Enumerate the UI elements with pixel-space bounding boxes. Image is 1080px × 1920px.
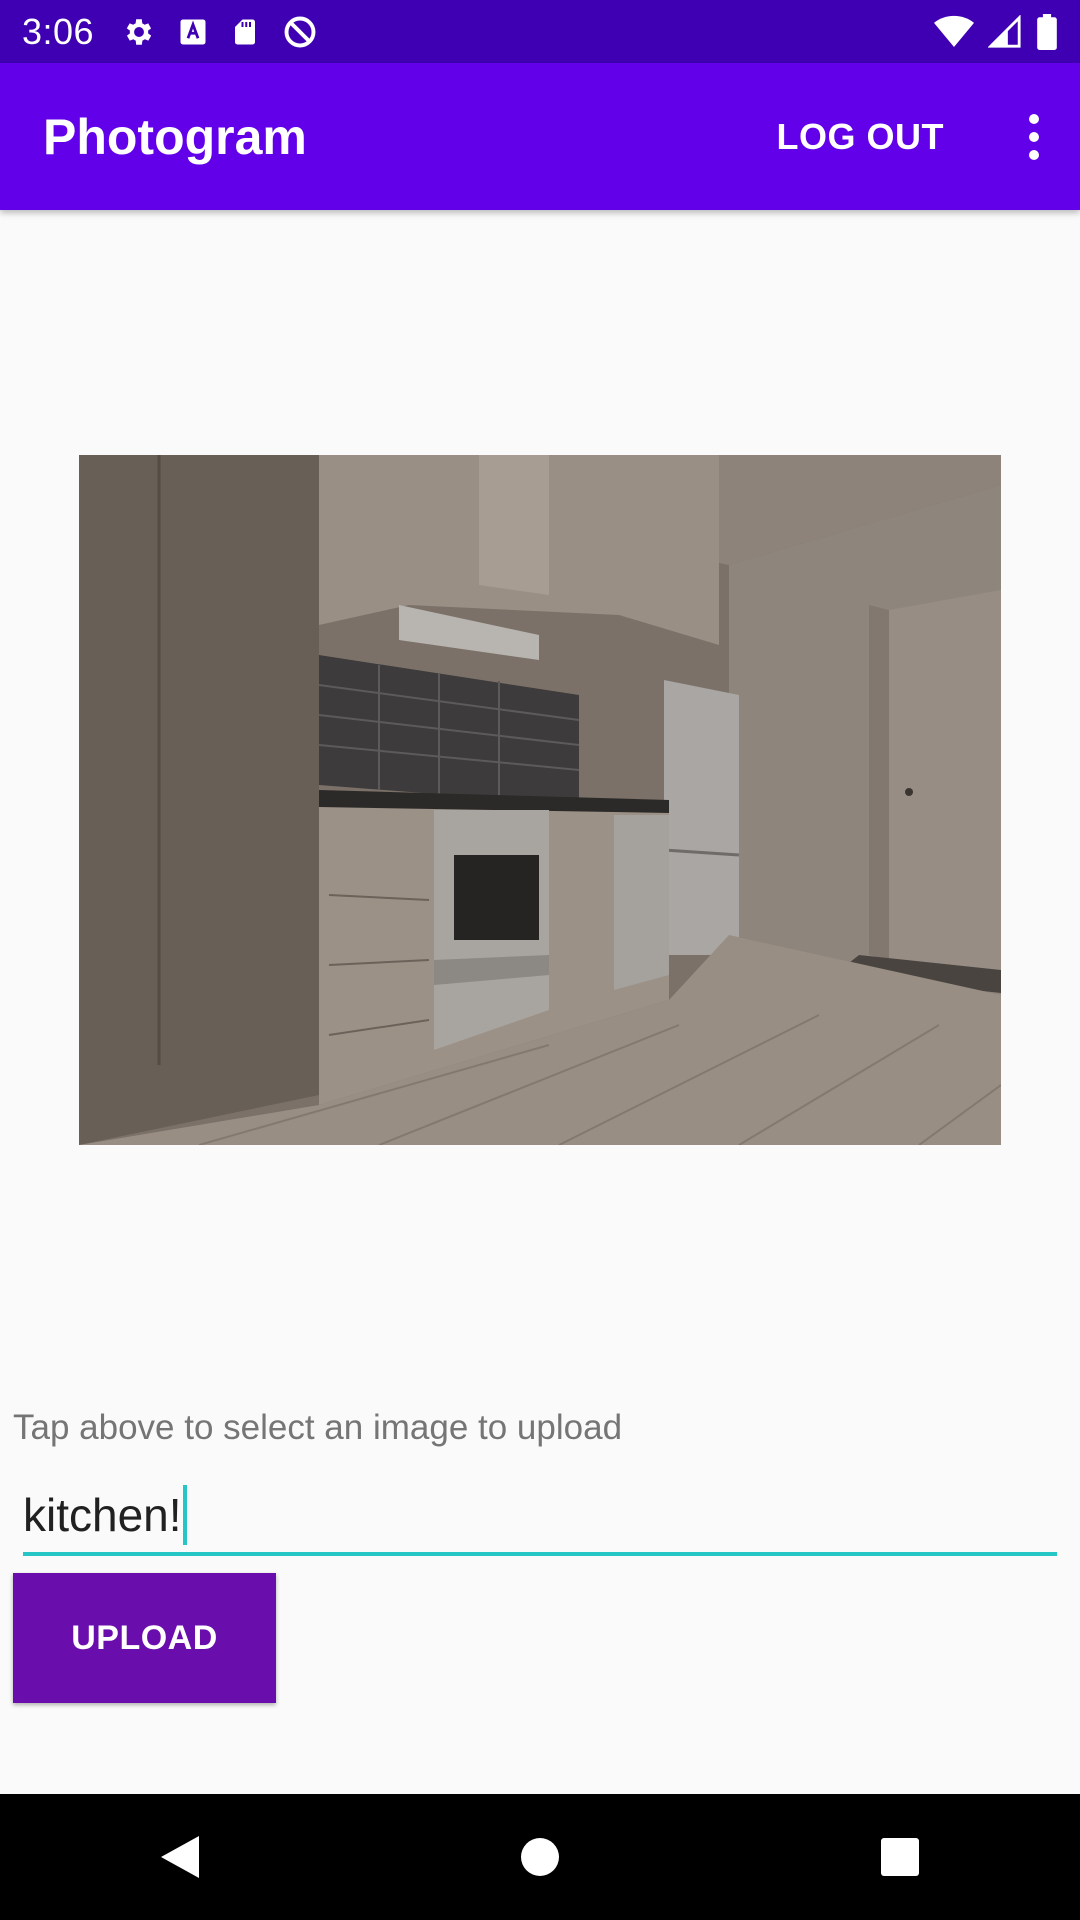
battery-icon xyxy=(1036,13,1058,50)
cell-signal-icon xyxy=(988,14,1022,49)
gear-icon xyxy=(122,15,156,49)
text-a-icon xyxy=(178,17,208,47)
status-bar: 3:06 xyxy=(0,0,1080,63)
app-title: Photogram xyxy=(43,108,307,165)
upload-hint: Tap above to select an image to upload xyxy=(13,1408,623,1447)
wifi-icon xyxy=(934,15,974,49)
app-bar: Photogram LOG OUT xyxy=(0,63,1080,210)
status-time: 3:06 xyxy=(22,10,95,52)
recents-square-icon[interactable] xyxy=(860,1817,940,1897)
text-cursor xyxy=(182,1485,187,1545)
home-circle-icon[interactable] xyxy=(500,1817,580,1897)
caption-value: kitchen! xyxy=(23,1489,182,1541)
selected-image[interactable] xyxy=(79,455,1001,1145)
logout-button[interactable]: LOG OUT xyxy=(777,116,945,158)
do-not-disturb-icon xyxy=(282,14,318,50)
sd-card-icon xyxy=(230,16,260,48)
back-triangle-icon[interactable] xyxy=(140,1817,220,1897)
caption-input[interactable]: kitchen! xyxy=(23,1478,1057,1556)
navigation-bar xyxy=(0,1794,1080,1920)
upload-button[interactable]: UPLOAD xyxy=(13,1573,276,1703)
more-vert-icon[interactable] xyxy=(1010,107,1058,167)
